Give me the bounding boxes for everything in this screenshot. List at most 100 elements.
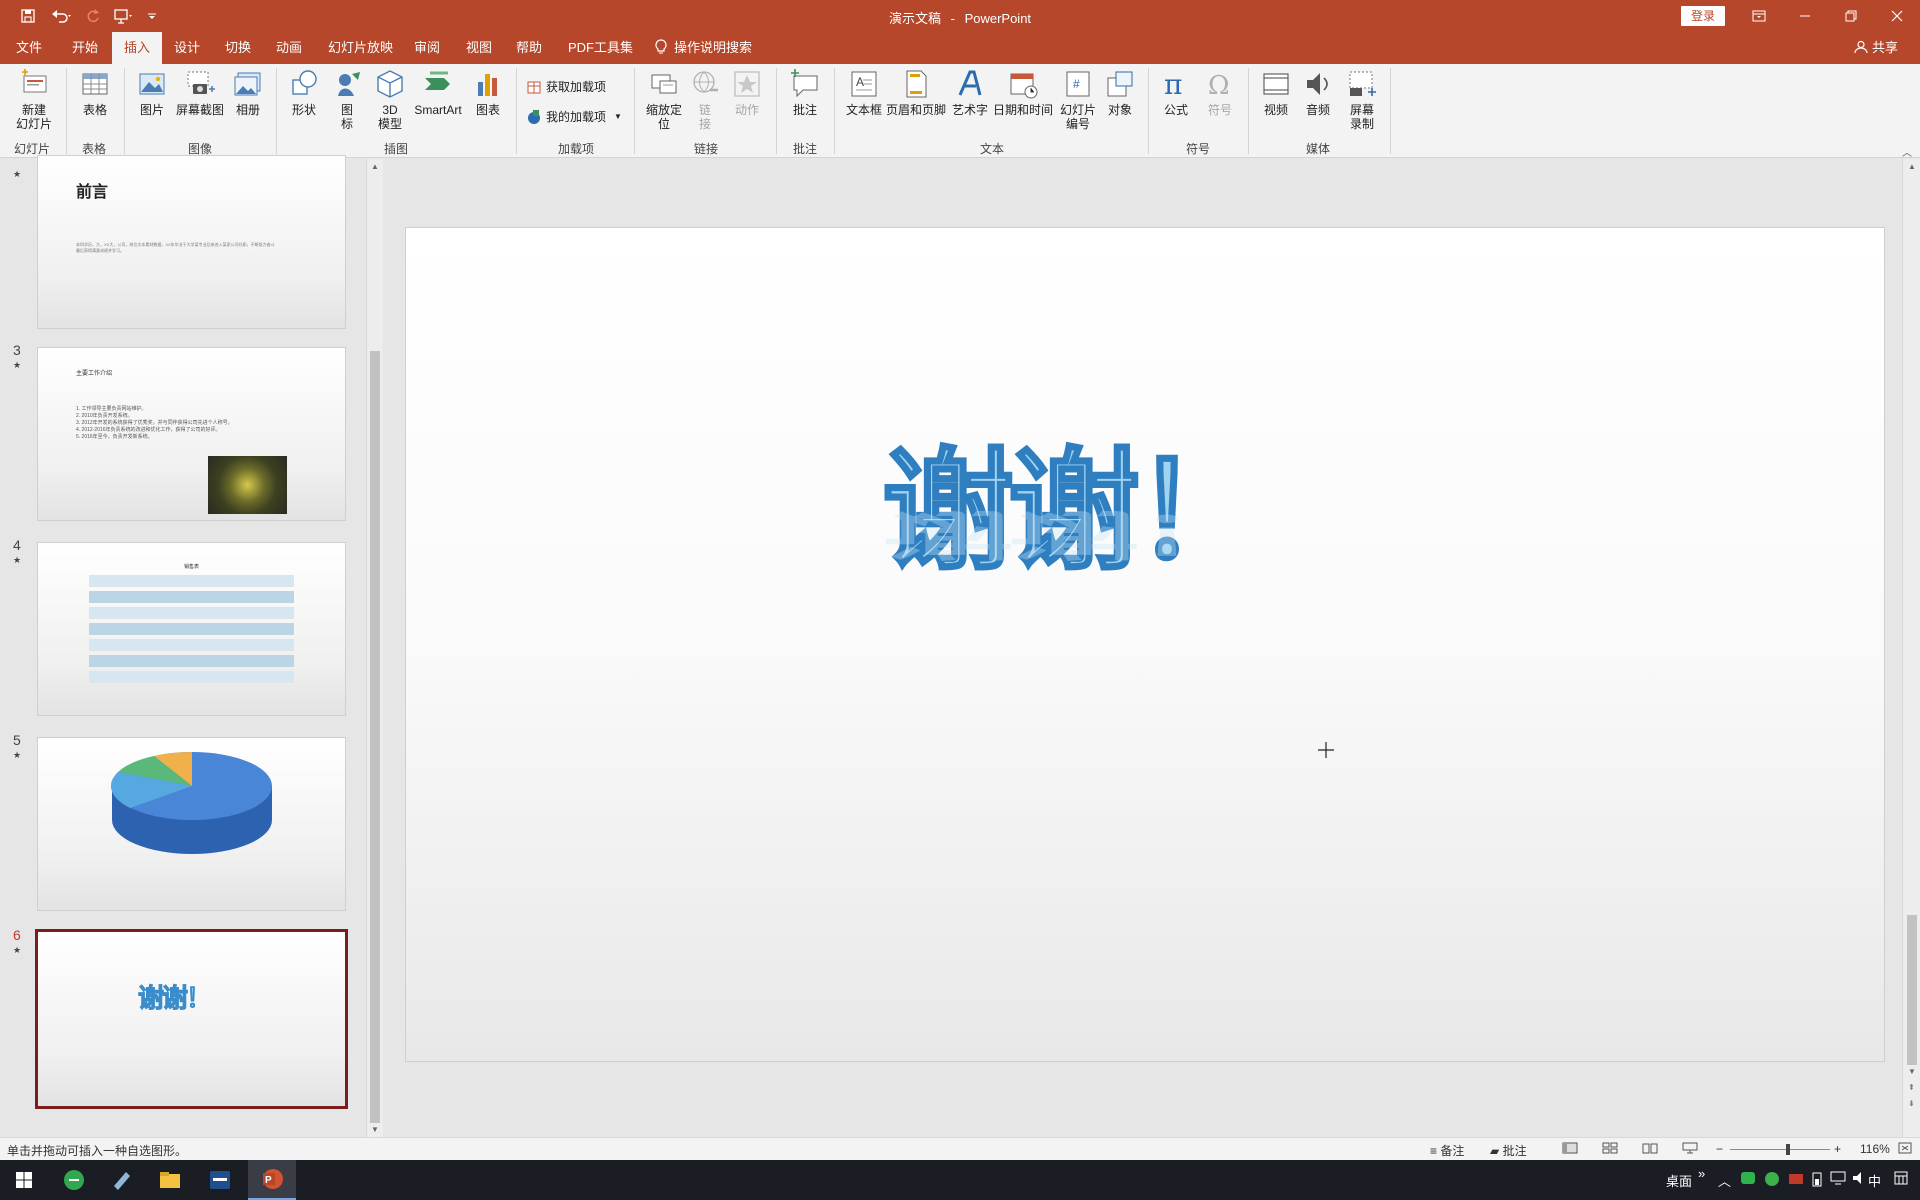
scrollbar-thumb[interactable] (370, 351, 380, 1123)
zoom-slider-knob[interactable] (1786, 1144, 1790, 1155)
calendar-tray-icon[interactable] (1894, 1171, 1908, 1188)
app-tray-icon[interactable] (1788, 1171, 1804, 1190)
minimize-icon[interactable] (1782, 0, 1828, 32)
wordart-button[interactable]: 艺术字 (950, 68, 990, 117)
link-button[interactable]: 链 接 (690, 68, 720, 131)
login-button[interactable]: 登录 (1681, 6, 1725, 26)
tell-me-search[interactable]: 操作说明搜索 (654, 32, 752, 64)
tab-view[interactable]: 视图 (466, 32, 492, 64)
icons-button[interactable]: 图 标 (332, 68, 362, 131)
fit-to-window-icon[interactable] (1898, 1142, 1912, 1157)
slide-thumbnail-3[interactable]: 主要工作介绍 1. 工作领导主要负责网站维护。 2. 2010年负责开发系统。 … (37, 347, 346, 521)
scroll-up-icon[interactable]: ▲ (371, 162, 379, 171)
powerpoint-taskbar-icon[interactable]: P (248, 1160, 296, 1200)
zoom-level[interactable]: 116% (1860, 1142, 1890, 1156)
zoom-slider[interactable] (1730, 1144, 1830, 1155)
date-time-button[interactable]: 日期和时间 (992, 68, 1054, 117)
slide-sorter-icon[interactable] (1602, 1142, 1618, 1157)
lightbulb-icon (655, 39, 667, 54)
smartart-icon (425, 71, 450, 90)
comments-button[interactable]: ▰ 批注 (1490, 1142, 1527, 1159)
slide-show-icon[interactable] (1682, 1142, 1698, 1157)
get-addins-button[interactable]: 获取加载项 (526, 78, 606, 95)
zoom-out-icon[interactable]: − (1716, 1142, 1723, 1156)
ribbon-insert: 新建 幻灯片 幻灯片 表格 表格 图片 屏幕截图 相册 图像 形状 图 标 3D… (0, 64, 1920, 159)
battery-icon[interactable] (1812, 1171, 1822, 1190)
new-comment-button[interactable]: 批注 (786, 68, 824, 117)
scrollbar-thumb[interactable] (1907, 915, 1917, 1065)
thumbnails-scrollbar[interactable]: ▲ ▼ (366, 159, 383, 1137)
table-button[interactable]: 表格 (74, 68, 116, 117)
slide-thumbnail-5[interactable]: 销售额 (37, 737, 346, 911)
file-explorer-icon[interactable] (146, 1160, 194, 1200)
tab-slide-show[interactable]: 幻灯片放映 (328, 32, 393, 64)
equation-button[interactable]: π 公式 (1158, 68, 1194, 117)
object-button[interactable]: 对象 (1102, 68, 1138, 117)
show-hidden-icons[interactable]: ︿ (1718, 1171, 1731, 1190)
symbol-button[interactable]: Ω 符号 (1202, 68, 1238, 117)
app-icon[interactable] (196, 1160, 244, 1200)
action-star-icon (734, 71, 760, 97)
new-slide-button[interactable]: 新建 幻灯片 (8, 68, 60, 131)
share-button[interactable]: 共享 (1854, 32, 1898, 64)
slide-thumbnail-2[interactable]: 前言 本科学历，大，XX大，公司，岗位文本素材数据，XX年毕业于大学某专业后来进… (37, 155, 346, 329)
animation-star-icon: ★ (13, 750, 22, 760)
tab-insert[interactable]: 插入 (112, 32, 163, 64)
audio-button[interactable]: 音频 (1300, 68, 1336, 117)
chart-button[interactable]: 图表 (470, 68, 506, 117)
shapes-button[interactable]: 形状 (286, 68, 322, 117)
desktop-toolbar[interactable]: 桌面 (1666, 1171, 1692, 1190)
photo-album-button[interactable]: 相册 (230, 68, 266, 117)
notes-button[interactable]: ≡ 备注 (1430, 1142, 1464, 1159)
scroll-down-icon[interactable]: ▼ (371, 1125, 379, 1134)
group-divider (276, 68, 277, 154)
wechat-tray-icon[interactable] (1740, 1171, 1756, 1188)
ribbon-display-options-icon[interactable] (1736, 0, 1782, 32)
tab-help[interactable]: 帮助 (516, 32, 542, 64)
header-footer-button[interactable]: 页眉和页脚 (886, 68, 946, 117)
tab-file[interactable]: 文件 (16, 32, 42, 64)
windows-start-icon[interactable] (0, 1160, 48, 1200)
scroll-up-icon[interactable]: ▲ (1908, 162, 1916, 171)
slide-thumbnail-6[interactable]: 谢谢！ (35, 929, 348, 1109)
previous-slide-icon[interactable]: ⇞ (1908, 1083, 1915, 1092)
tab-home[interactable]: 开始 (72, 32, 98, 64)
security-tray-icon[interactable] (1764, 1171, 1780, 1190)
zoom-button[interactable]: 缩放定 位 (642, 68, 686, 131)
reading-view-icon[interactable] (1642, 1142, 1658, 1157)
browser-app-icon[interactable] (50, 1160, 98, 1200)
next-slide-icon[interactable]: ⇟ (1908, 1099, 1915, 1108)
slide-thumbnail-4[interactable]: 销售表 (37, 542, 346, 716)
video-button[interactable]: 视频 (1258, 68, 1294, 117)
input-method-indicator[interactable]: 中 (1868, 1171, 1881, 1190)
volume-icon[interactable] (1852, 1171, 1868, 1188)
my-addins-button[interactable]: 我的加载项 ▼ (526, 108, 622, 125)
collapse-ribbon-icon[interactable]: ︿ (1902, 144, 1912, 159)
svg-text:A: A (856, 75, 864, 89)
tab-design[interactable]: 设计 (174, 32, 200, 64)
group-divider (124, 68, 125, 154)
tab-animations[interactable]: 动画 (276, 32, 302, 64)
picture-button[interactable]: 图片 (134, 68, 170, 117)
screenshot-button[interactable]: 屏幕截图 (174, 68, 226, 117)
slide-number-button[interactable]: # 幻灯片 编号 (1058, 68, 1098, 131)
screen-recording-button[interactable]: 屏幕 录制 (1344, 68, 1380, 131)
tab-pdf-tools[interactable]: PDF工具集 (568, 32, 633, 64)
current-slide[interactable]: 谢谢！ 谢谢！ (405, 227, 1885, 1062)
close-icon[interactable] (1874, 0, 1920, 32)
zoom-in-icon[interactable]: + (1834, 1142, 1841, 1156)
tab-transitions[interactable]: 切换 (225, 32, 251, 64)
3d-models-button[interactable]: 3D 模型 (372, 68, 408, 131)
network-icon[interactable] (1830, 1171, 1846, 1188)
notes-app-icon[interactable] (98, 1160, 146, 1200)
normal-view-icon[interactable] (1562, 1142, 1578, 1157)
tab-review[interactable]: 审阅 (414, 32, 440, 64)
action-button[interactable]: 动作 (726, 68, 768, 117)
editor-scrollbar[interactable]: ▲ ▼ ⇞ ⇟ (1902, 159, 1920, 1137)
restore-icon[interactable] (1828, 0, 1874, 32)
chevron-right-icon[interactable]: » (1698, 1166, 1705, 1181)
chart-icon (478, 74, 497, 96)
textbox-button[interactable]: A 文本框 (844, 68, 884, 117)
smartart-button[interactable]: SmartArt (410, 68, 466, 117)
scroll-down-icon[interactable]: ▼ (1908, 1067, 1916, 1076)
